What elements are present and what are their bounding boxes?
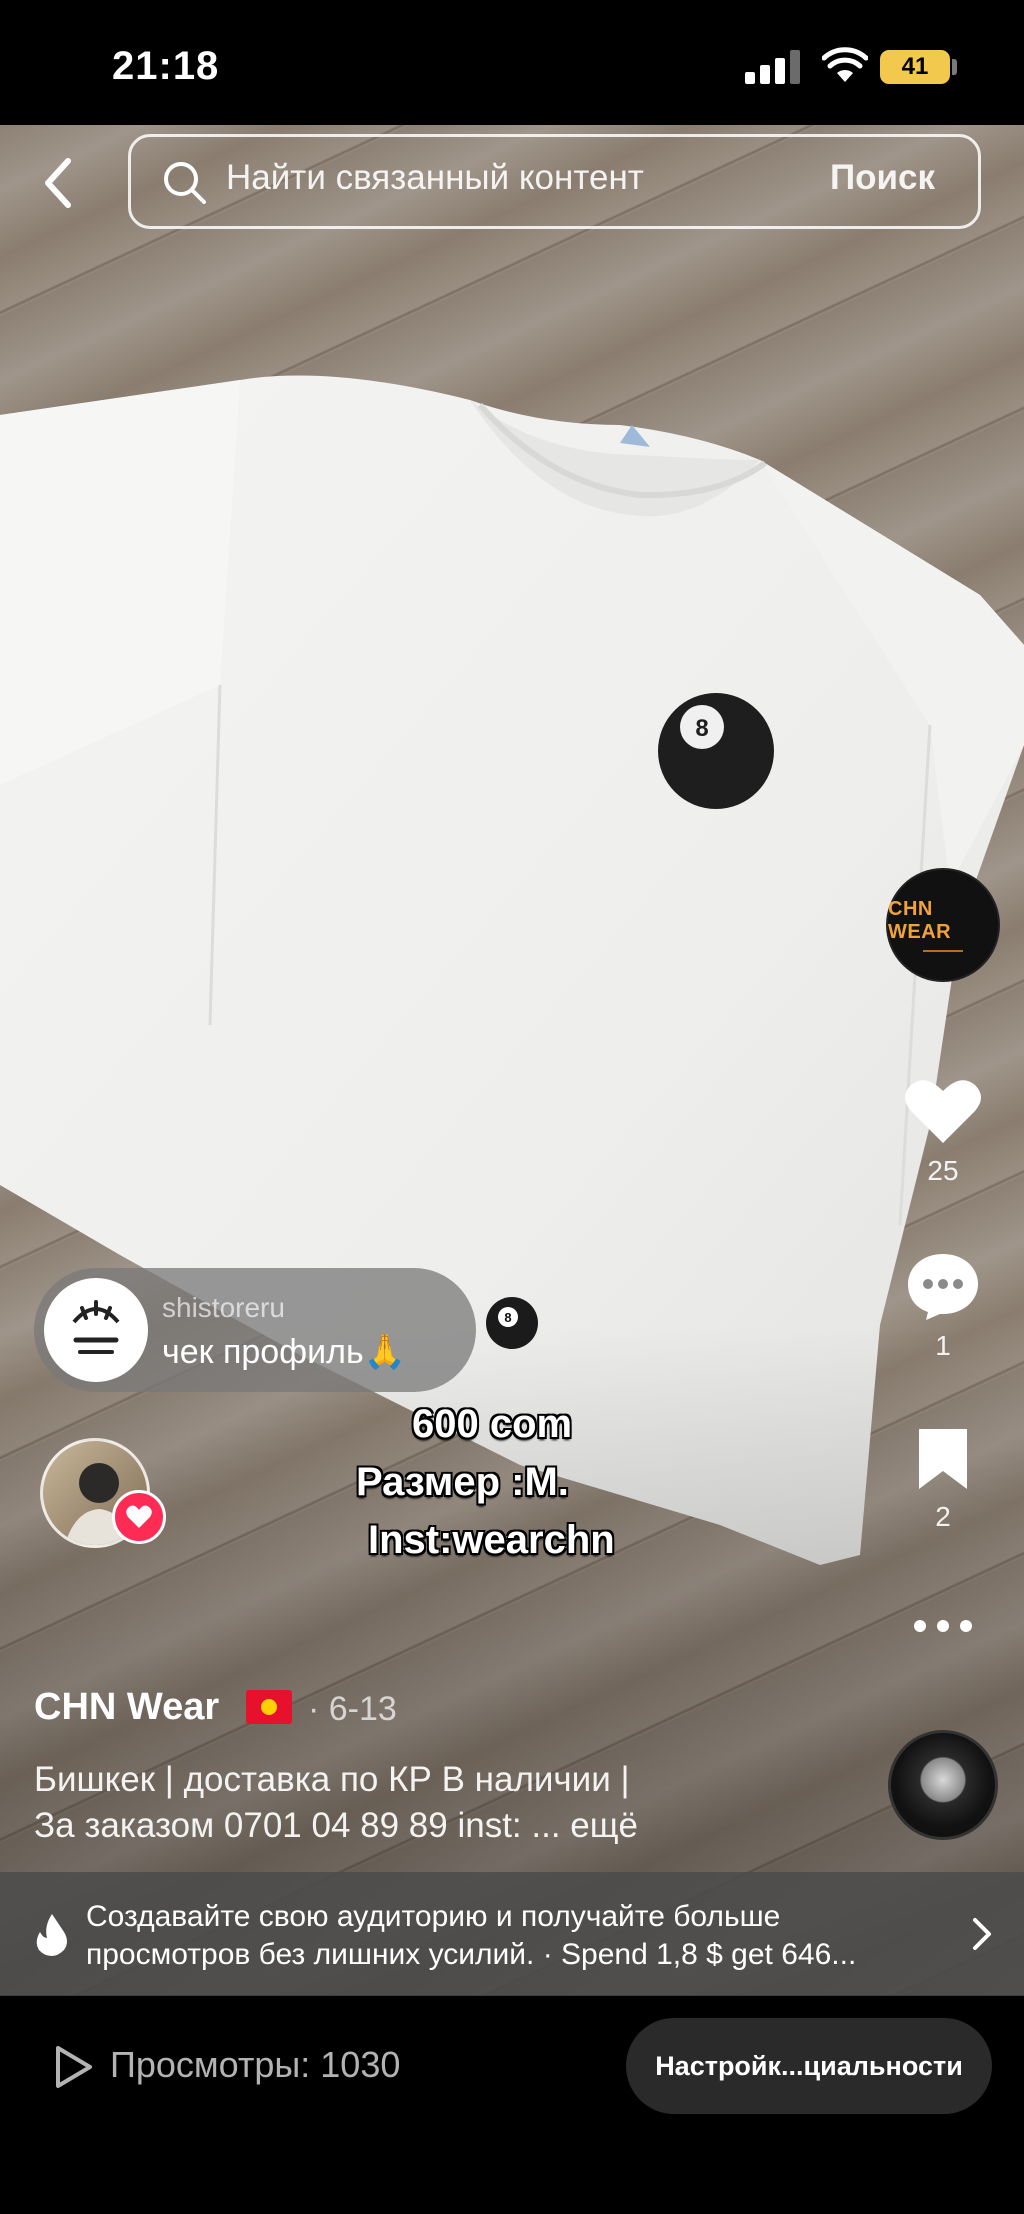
caption-line-2[interactable]: За заказом 0701 04 89 89 inst: ... ещё [34, 1806, 638, 1846]
cellular-signal-icon [745, 50, 801, 84]
heart-icon [126, 1505, 152, 1528]
fire-icon [36, 1914, 67, 1956]
caption-line-1: Бишкек | доставка по КР В наличии | [34, 1760, 630, 1799]
svg-text:8: 8 [695, 715, 708, 742]
search-icon [164, 162, 206, 204]
comment-button[interactable]: 1 [900, 1250, 986, 1362]
profile-avatar[interactable]: CHN WEAR [886, 868, 1000, 982]
like-count: 25 [927, 1155, 959, 1186]
comment-count: 1 [935, 1330, 951, 1361]
bookmark-count: 2 [935, 1501, 951, 1532]
search-button[interactable]: Поиск [830, 158, 935, 198]
play-icon [56, 2046, 92, 2088]
battery-tip [952, 59, 957, 75]
overlay-size: Размер :M. [356, 1460, 569, 1504]
like-button[interactable]: 25 [900, 1075, 986, 1187]
views-count: Просмотры: 1030 [110, 2044, 401, 2085]
comment-bubble-icon [908, 1254, 978, 1320]
author-name[interactable]: CHN Wear [34, 1686, 219, 1729]
battery-indicator: 41 [880, 50, 950, 84]
eight-ball-icon: 8 [486, 1297, 538, 1349]
commenter-username: shistoreru [162, 1292, 285, 1323]
wifi-icon [822, 47, 868, 82]
overlay-instagram: Inst:wearchn [368, 1518, 615, 1562]
chevron-right-icon[interactable] [970, 1916, 994, 1952]
privacy-settings-button[interactable]: Настройк...циальности [626, 2018, 992, 2114]
more-options-button[interactable] [900, 1618, 986, 1634]
kyrgyzstan-flag-icon [246, 1690, 292, 1724]
overlay-price: 600 com [412, 1402, 573, 1446]
more-dots-icon [914, 1620, 972, 1632]
comment-text: чек профиль🙏 [162, 1333, 407, 1371]
status-time: 21:18 [112, 44, 220, 88]
follow-button[interactable] [112, 1490, 166, 1544]
promote-text-line-2: просмотров без лишних усилий. · Spend 1,… [86, 1938, 857, 1971]
promote-text: Создавайте свою аудиторию и получайте бо… [86, 1898, 946, 1974]
promote-text-line-1: Создавайте свою аудиторию и получайте бо… [86, 1900, 781, 1933]
commenter-avatar [44, 1278, 148, 1382]
bookmark-button[interactable]: 2 [900, 1425, 986, 1533]
search-input[interactable]: Найти связанный контент [226, 158, 644, 198]
post-date: · 6-13 [308, 1690, 397, 1728]
heart-icon [905, 1080, 981, 1143]
music-disc-icon[interactable] [888, 1730, 998, 1840]
brand-logo-text: CHN WEAR [888, 898, 952, 943]
back-arrow-icon[interactable] [40, 155, 76, 211]
status-bar: 21:18 41 [0, 0, 1024, 125]
bookmark-icon [919, 1429, 967, 1489]
svg-text:8: 8 [504, 1310, 511, 1325]
brand-logo-line [923, 950, 963, 952]
